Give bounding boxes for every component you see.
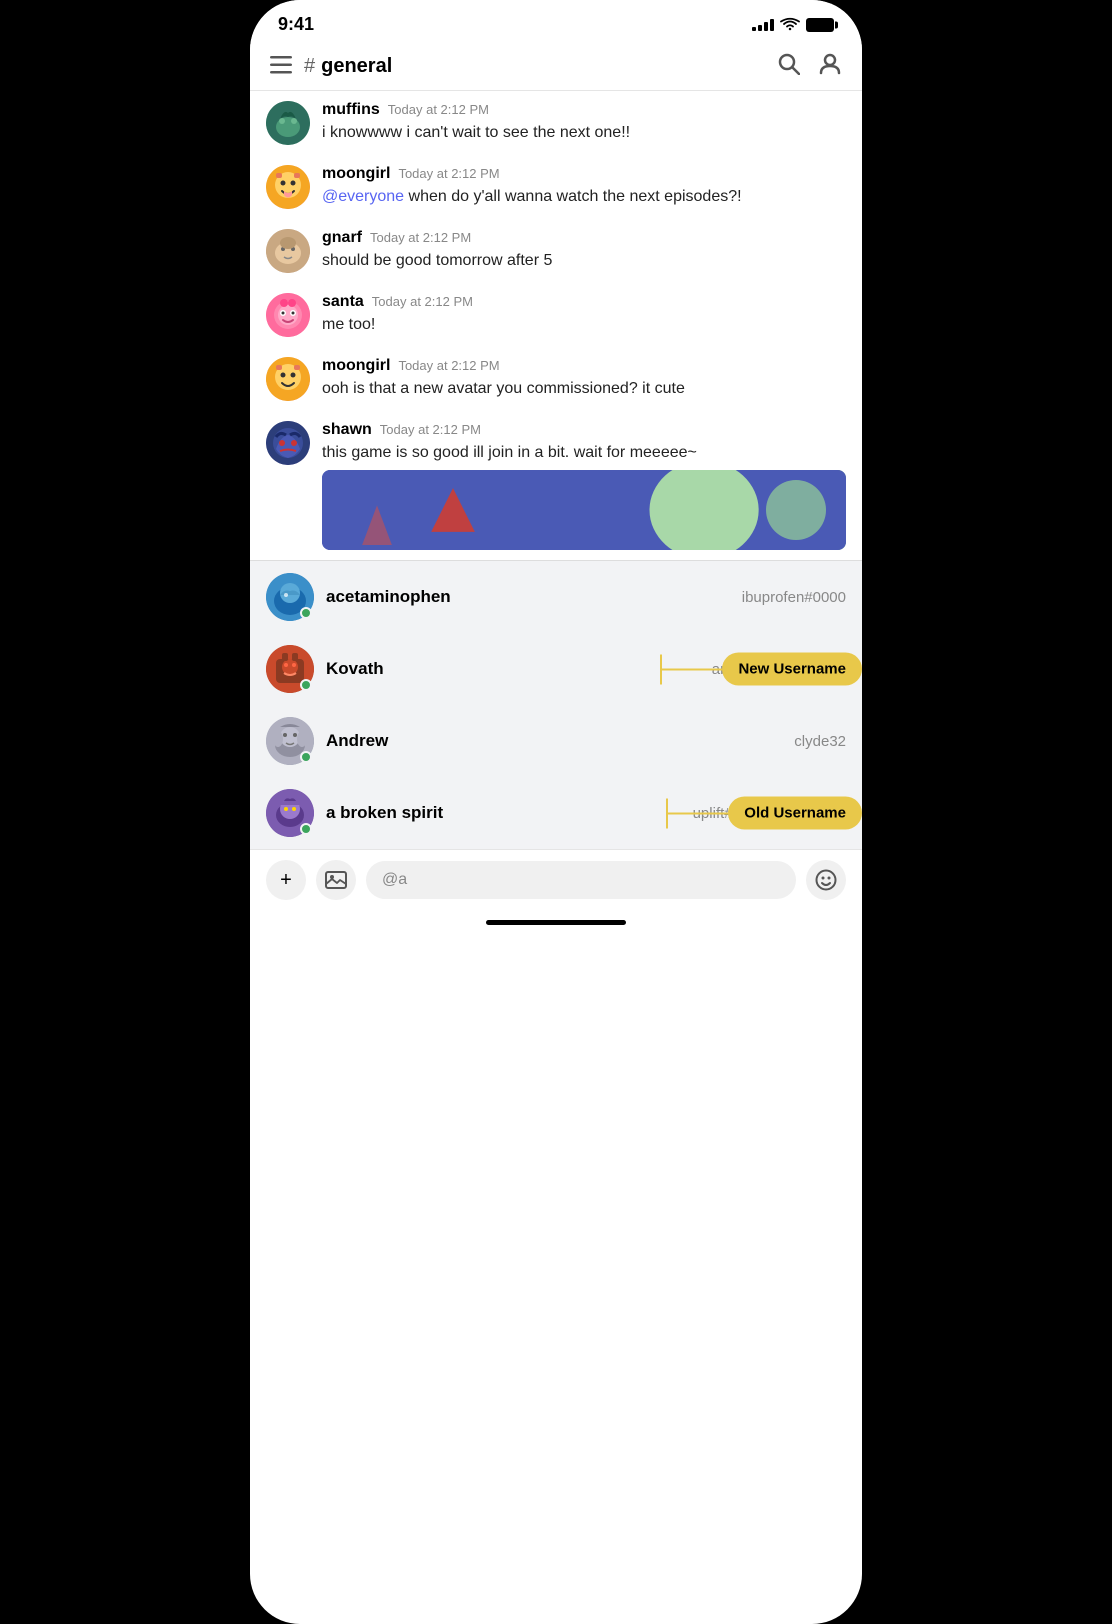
home-indicator (250, 910, 862, 945)
timestamp-gnarf: Today at 2:12 PM (370, 230, 471, 245)
message-content-gnarf: gnarf Today at 2:12 PM should be good to… (322, 229, 846, 272)
battery-icon (806, 18, 834, 32)
phone-frame: 9:41 (250, 0, 862, 1624)
message-content-shawn: shawn Today at 2:12 PM this game is so g… (322, 421, 846, 550)
member-broken-spirit-wrapper: a broken spirit uplift#0000 Old Username (250, 777, 862, 849)
home-bar (486, 920, 626, 925)
mention-everyone: @everyone (322, 188, 404, 205)
message-content-moongirl-1: moongirl Today at 2:12 PM @everyone when… (322, 165, 846, 208)
message-content-santa: santa Today at 2:12 PM me too! (322, 293, 846, 336)
message-text-gnarf: should be good tomorrow after 5 (322, 250, 846, 272)
channel-name: # general (304, 55, 778, 78)
username-santa: santa (322, 293, 364, 311)
message-text-muffins: i knowwww i can't wait to see the next o… (322, 122, 846, 144)
username-shawn: shawn (322, 421, 372, 439)
status-icons (752, 17, 834, 32)
message-muffins: muffins Today at 2:12 PM i knowwww i can… (250, 91, 862, 155)
message-text-moongirl-1: @everyone when do y'all wanna watch the … (322, 186, 846, 208)
emoji-button[interactable] (806, 860, 846, 900)
members-icon[interactable] (818, 53, 842, 80)
new-username-annotation: New Username (660, 653, 862, 686)
member-display-name-broken-spirit: a broken spirit (326, 803, 443, 823)
username-moongirl-2: moongirl (322, 357, 390, 375)
message-input[interactable] (366, 861, 796, 899)
input-bar: + (250, 849, 862, 910)
message-text-santa: me too! (322, 314, 846, 336)
message-gnarf: gnarf Today at 2:12 PM should be good to… (250, 219, 862, 283)
message-content-moongirl-2: moongirl Today at 2:12 PM ooh is that a … (322, 357, 846, 400)
avatar-moongirl (266, 165, 310, 209)
menu-icon[interactable] (270, 54, 292, 80)
message-text-shawn: this game is so good ill join in a bit. … (322, 442, 846, 464)
status-bar: 9:41 (250, 0, 862, 43)
new-username-label: New Username (722, 653, 862, 686)
username-moongirl: moongirl (322, 165, 390, 183)
avatar-gnarf (266, 229, 310, 273)
header-actions (778, 53, 842, 80)
message-text-moongirl-2: ooh is that a new avatar you commissione… (322, 378, 846, 400)
timestamp-shawn: Today at 2:12 PM (380, 422, 481, 437)
timestamp-santa: Today at 2:12 PM (372, 294, 473, 309)
chat-container: muffins Today at 2:12 PM i knowwww i can… (250, 91, 862, 560)
username-gnarf: gnarf (322, 229, 362, 247)
online-indicator-acetaminophen (300, 607, 312, 619)
message-santa: santa Today at 2:12 PM me too! (250, 283, 862, 347)
signal-icon (752, 19, 774, 31)
member-username-acetaminophen: ibuprofen#0000 (742, 589, 846, 606)
search-icon[interactable] (778, 53, 800, 80)
member-display-name-kovath: Kovath (326, 659, 384, 679)
image-preview-shawn (322, 470, 846, 550)
old-username-label: Old Username (728, 797, 862, 830)
online-indicator-broken-spirit (300, 823, 312, 835)
message-content-muffins: muffins Today at 2:12 PM i knowwww i can… (322, 101, 846, 144)
timestamp-moongirl-1: Today at 2:12 PM (398, 166, 499, 181)
member-acetaminophen[interactable]: acetaminophen ibuprofen#0000 (250, 561, 862, 633)
online-indicator-andrew (300, 751, 312, 763)
wifi-icon (780, 17, 800, 32)
plus-button[interactable]: + (266, 860, 306, 900)
member-andrew[interactable]: Andrew clyde32 (250, 705, 862, 777)
old-username-annotation: Old Username (666, 797, 862, 830)
avatar-muffins (266, 101, 310, 145)
image-button[interactable] (316, 860, 356, 900)
message-moongirl-1: moongirl Today at 2:12 PM @everyone when… (250, 155, 862, 219)
avatar-moongirl-2 (266, 357, 310, 401)
username-muffins: muffins (322, 101, 380, 119)
member-kovath-wrapper: Kovath amanda New Username (250, 633, 862, 705)
member-display-name-andrew: Andrew (326, 731, 388, 751)
timestamp-moongirl-2: Today at 2:12 PM (398, 358, 499, 373)
timestamp-muffins: Today at 2:12 PM (388, 102, 489, 117)
avatar-santa (266, 293, 310, 337)
message-moongirl-2: moongirl Today at 2:12 PM ooh is that a … (250, 347, 862, 411)
avatar-shawn (266, 421, 310, 465)
member-username-andrew: clyde32 (794, 733, 846, 750)
message-shawn: shawn Today at 2:12 PM this game is so g… (250, 411, 862, 560)
channel-header: # general (250, 43, 862, 91)
status-time: 9:41 (278, 14, 314, 35)
hash-icon: # (304, 55, 315, 78)
members-section: acetaminophen ibuprofen#0000 (250, 560, 862, 849)
online-indicator-kovath (300, 679, 312, 691)
member-display-name-acetaminophen: acetaminophen (326, 587, 451, 607)
